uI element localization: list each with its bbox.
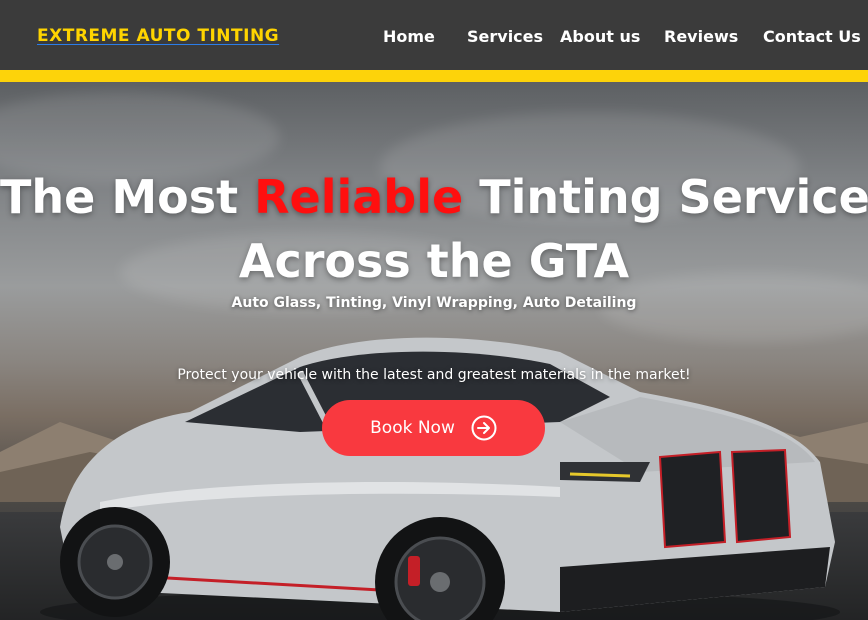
arrow-right-circle-icon (471, 415, 497, 441)
top-navbar: EXTREME AUTO TINTING Home Services About… (0, 0, 868, 82)
hero-section: The Most Reliable Tinting Service Across… (0, 82, 868, 620)
nav-item-about-us[interactable]: About us (560, 27, 640, 46)
hero-headline-line1: The Most Reliable Tinting Service (0, 164, 868, 230)
hero-tagline: Protect your vehicle with the latest and… (177, 367, 691, 383)
headline-accent-word: Reliable (254, 170, 464, 224)
nav-item-home[interactable]: Home (383, 27, 435, 46)
nav-item-contact-us[interactable]: Contact Us (763, 27, 861, 46)
hero-services-line: Auto Glass, Tinting, Vinyl Wrapping, Aut… (231, 295, 637, 311)
headline-text: The Most (0, 170, 255, 224)
book-now-button[interactable]: Book Now (322, 400, 545, 456)
hero-headline-line2: Across the GTA (238, 234, 630, 288)
book-now-label: Book Now (370, 418, 455, 438)
car-image (40, 337, 840, 620)
nav-item-reviews[interactable]: Reviews (664, 27, 738, 46)
brand-logo-text[interactable]: EXTREME AUTO TINTING (37, 26, 279, 46)
headline-text: Tinting Service (463, 170, 868, 224)
nav-item-services[interactable]: Services (467, 27, 543, 46)
